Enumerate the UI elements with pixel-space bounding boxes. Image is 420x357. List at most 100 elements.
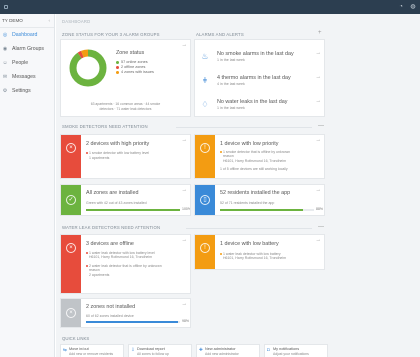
arrow-right-icon[interactable]: → [316,237,322,243]
water-notinstalled-card[interactable]: × 2 zones not installed 60 of 62 zones i… [60,298,191,328]
arrow-right-icon[interactable]: → [316,50,322,56]
card-line: H6101, Harry Rothsmund 16, Trondheim [223,159,287,163]
quick-link-sub: Adjust your notifications [273,352,309,356]
quick-link-move[interactable]: ⇆ Move in/out Add new or remove resident… [60,344,124,357]
alarm-sub: 1 in the last week [217,58,245,62]
arrow-right-icon[interactable]: → [316,137,322,143]
zone-footnote-1: 63 apartments · 16 common areas · 44 smo… [90,102,161,106]
arrow-right-icon[interactable]: → [182,42,188,48]
progress-pct: 98% [182,319,190,323]
quick-link-admin[interactable]: ✚ New administrator Add new administrato… [196,344,260,357]
quick-link-sub: Add new or remove residents [69,352,114,356]
arrow-right-icon[interactable]: → [316,74,322,80]
progress-pct: 100% [182,207,191,211]
progress-fill [86,209,180,211]
arrow-right-icon[interactable]: → [316,98,322,104]
legend-dot [116,65,119,69]
card-title: 3 devices are offline [86,241,134,247]
quick-link-sub: All zones to follow up [137,352,169,356]
bell-icon: ◘ [267,347,270,352]
progress-bar [86,321,180,323]
sidebar-item-dashboard[interactable]: ◎ Dashboard [0,28,54,42]
collapse-icon[interactable]: — [318,123,324,129]
sidebar-item-messages[interactable]: ✉ Messages [0,70,54,84]
card-line: reason [223,154,234,158]
smoke-heading: SMOKE DETECTORS NEED ATTENTION [62,124,148,129]
exclamation-icon: ! [200,243,210,253]
smoke-low-card[interactable]: ! 1 device with low priority 1 smoke det… [194,134,325,179]
x-circle-icon: × [66,308,76,318]
card-title: All zones are installed [86,190,139,196]
card-line: 2 apartments [89,273,110,277]
arrow-right-icon[interactable]: → [182,301,188,307]
messages-icon: ✉ [2,74,8,80]
status-strip: ✓ [61,185,81,215]
water-low-card[interactable]: ! 1 device with low battery 1 water leak… [194,234,325,270]
add-icon[interactable]: + [318,30,322,36]
card-sub: 52 of 71 residents installed the app [220,201,275,205]
divider [186,228,312,229]
water-heading: WATER LEAK DETECTORS NEED ATTENTION [62,225,161,230]
x-circle-icon: × [66,243,76,253]
sidebar-item-label: Settings [12,88,31,94]
globe-icon[interactable]: ◍ [410,4,416,10]
zone-status-card[interactable]: Zone status 57 online zones 2 offline zo… [60,39,191,117]
zone-donut-chart [69,49,107,87]
legend-label: 57 online zones [121,60,148,64]
status-strip: ▯ [195,185,215,215]
arrow-right-icon[interactable]: → [182,187,188,193]
org-selector[interactable]: TY DEMO ‹ [0,14,54,28]
chevron-left-icon[interactable]: ‹ [49,18,51,23]
exclamation-icon: ! [200,143,210,153]
sidebar-item-label: People [12,60,29,66]
quick-link-notifications[interactable]: ◘ My notifications Adjust your notificat… [264,344,328,357]
smoke-installed-card[interactable]: ✓ All zones are installed Green with 42 … [60,184,191,216]
sidebar-item-alarm-groups[interactable]: ◉ Alarm Groups [0,42,54,56]
alarm-row-smoke[interactable]: ♨ No smoke alarms in the last day 1 in t… [195,46,324,68]
arrow-right-icon[interactable]: → [316,187,322,193]
card-line: reason [89,268,100,272]
card-line: 1 smoke detector with low battery level [86,151,149,155]
status-strip: × [61,299,81,327]
check-circle-icon: ✓ [66,195,76,205]
card-line: H6101, Harry Rothsmund 16, Trondheim [223,256,287,260]
sidebar-item-people[interactable]: ☺ People [0,56,54,70]
arrow-right-icon[interactable]: → [182,237,188,243]
quick-link-report[interactable]: ⇩ Download report All zones to follow up [128,344,192,357]
smoke-high-card[interactable]: × 2 devices with high priority 1 smoke d… [60,134,191,179]
alarms-heading: ALARMS AND ALERTS [196,32,244,37]
water-drop-icon: ♢ [201,100,209,109]
zone-footnote-2: detectors · 71 water leak detectors [99,107,152,111]
alarm-row-thermo[interactable]: ǂ 4 thermo alarms in the last day 4 in t… [195,70,324,92]
sidebar-item-label: Alarm Groups [12,46,44,52]
alarm-row-water[interactable]: ♢ No water leaks in the last day 1 in th… [195,94,324,116]
card-title: 2 zones not installed [86,304,136,310]
arrow-right-icon[interactable]: → [182,137,188,143]
divider [176,127,312,128]
card-sub: 60 of 62 zones installed device [86,314,134,318]
sidebar-item-label: Dashboard [12,32,38,38]
alarm-title: No water leaks in the last day [217,99,288,105]
alarm-title: No smoke alarms in the last day [217,51,294,57]
zone-status-title: Zone status [116,50,145,56]
user-icon[interactable]: ◔ [398,4,404,10]
alarm-group-icon: ◉ [2,46,8,52]
quick-link-title: Download report [137,347,165,351]
main-content: DASHBOARD ZONE STATUS FOR YOUR 3 ALARM G… [56,14,420,357]
legend-label: 4 zones with issues [121,70,154,74]
sidebar-item-settings[interactable]: ⚙ Settings [0,84,54,98]
card-title: 52 residents installed the app [220,190,291,196]
legend-online: 57 online zones [116,60,148,64]
move-icon: ⇆ [63,347,67,352]
people-icon: ☺ [2,60,8,66]
progress-bar [220,209,314,211]
thermometer-icon: ǂ [202,76,208,85]
progress-fill [86,321,179,323]
app-installed-card[interactable]: ▯ 52 residents installed the app 52 of 7… [194,184,325,216]
logo-icon [4,5,8,9]
x-circle-icon: × [66,143,76,153]
progress-bar [86,209,180,211]
download-icon: ⇩ [131,347,135,352]
water-high-card[interactable]: × 3 devices are offline 1 water leak det… [60,234,191,294]
collapse-icon[interactable]: — [318,224,324,230]
